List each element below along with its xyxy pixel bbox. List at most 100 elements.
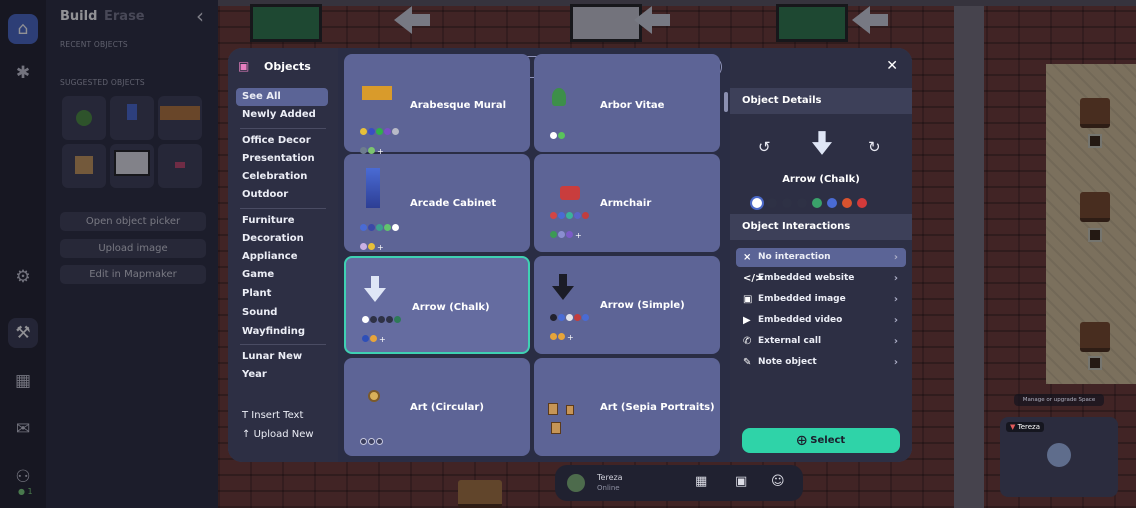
object-card-arrow-simple[interactable]: Arrow (Simple) +	[534, 256, 720, 354]
rotate-right-icon[interactable]: ↻	[868, 138, 881, 156]
object-card-arcade-cabinet[interactable]: Arcade Cabinet +	[344, 154, 530, 252]
interaction-external-call[interactable]: ✆ External call ›	[736, 332, 906, 351]
insert-text-label: Insert Text	[251, 410, 304, 421]
note-icon: ✎	[743, 357, 752, 368]
avatar[interactable]	[567, 474, 585, 492]
variant-swatches	[752, 193, 872, 212]
category-see-all[interactable]: See All	[236, 88, 328, 106]
interaction-label: Embedded website	[758, 273, 855, 283]
insert-text-button[interactable]: T Insert Text	[242, 410, 303, 421]
object-name: Arcade Cabinet	[410, 198, 497, 209]
variant-swatch[interactable]	[842, 198, 852, 208]
phone-icon: ✆	[743, 336, 752, 347]
category-celebration[interactable]: Celebration	[236, 168, 328, 186]
variant-swatch[interactable]	[857, 198, 867, 208]
color-swatch	[550, 333, 557, 340]
category-game[interactable]: Game	[236, 266, 328, 284]
category-lunar-new-year[interactable]: Lunar New Year	[236, 348, 328, 380]
more-colors-indicator: +	[575, 231, 582, 240]
color-swatch	[566, 314, 573, 321]
color-swatch	[360, 128, 367, 135]
object-card-arabesque-mural[interactable]: Arabesque Mural +	[344, 54, 530, 156]
color-swatches: +	[550, 306, 594, 344]
color-swatch	[384, 224, 391, 231]
variant-swatch[interactable]	[767, 198, 777, 208]
grid-scrollbar[interactable]	[724, 92, 728, 112]
close-icon[interactable]: ✕	[886, 58, 898, 74]
video-tile-name-text: Tereza	[1017, 423, 1041, 431]
object-thumbnail	[552, 88, 566, 106]
interaction-label: External call	[758, 336, 822, 346]
category-divider	[240, 344, 326, 345]
code-icon: </>	[743, 273, 764, 284]
user-name: Tereza	[597, 473, 623, 482]
interaction-no-interaction[interactable]: ⨯ No interaction ›	[736, 248, 906, 267]
select-button[interactable]: ⨁ Select	[742, 428, 900, 453]
object-grid: ⚲ × Arabesque Mural + Arbor Vitae Arcade…	[338, 48, 730, 462]
manage-space-label[interactable]: Manage or upgrade Space	[1014, 394, 1104, 406]
color-swatch	[550, 314, 557, 321]
object-thumbnail	[548, 400, 588, 434]
object-name: Arrow (Simple)	[600, 300, 685, 311]
color-swatch	[558, 212, 565, 219]
variant-swatch[interactable]	[797, 198, 807, 208]
no-interaction-icon: ⨯	[743, 252, 752, 263]
video-tile[interactable]: ▼ Tereza	[1000, 417, 1118, 497]
color-swatches	[360, 430, 404, 449]
category-sound[interactable]: Sound	[236, 304, 328, 322]
color-swatch	[362, 335, 369, 342]
arrow-down-icon	[364, 276, 386, 302]
object-card-arbor-vitae[interactable]: Arbor Vitae	[534, 54, 720, 152]
category-furniture[interactable]: Furniture	[236, 212, 328, 230]
variant-swatch[interactable]	[827, 198, 837, 208]
object-thumbnail	[362, 86, 392, 100]
screen-share-icon[interactable]: ▣	[735, 474, 747, 489]
variant-swatch[interactable]	[782, 198, 792, 208]
variant-swatch[interactable]	[752, 198, 762, 208]
color-swatch	[392, 224, 399, 231]
object-name: Arbor Vitae	[600, 100, 665, 111]
text-icon: T	[242, 410, 249, 421]
color-swatch	[558, 231, 565, 238]
category-decoration[interactable]: Decoration	[236, 230, 328, 248]
upload-new-button[interactable]: ↑ Upload New	[242, 429, 314, 440]
variant-swatch[interactable]	[812, 198, 822, 208]
color-swatch	[550, 212, 557, 219]
emoji-icon[interactable]: ☺	[771, 474, 785, 489]
select-button-label: Select	[810, 435, 846, 446]
object-card-art-circular[interactable]: Art (Circular)	[344, 358, 530, 456]
color-swatch	[386, 316, 393, 323]
category-outdoor[interactable]: Outdoor	[236, 186, 328, 204]
color-swatches: +	[362, 308, 406, 346]
category-wayfinding[interactable]: Wayfinding	[236, 323, 328, 341]
interaction-embedded-website[interactable]: </> Embedded website ›	[736, 269, 906, 288]
interaction-label: No interaction	[758, 252, 831, 262]
category-presentation[interactable]: Presentation	[236, 150, 328, 168]
color-swatch	[368, 438, 375, 445]
object-name: Arrow (Chalk)	[412, 302, 490, 313]
category-office-decor[interactable]: Office Decor	[236, 132, 328, 150]
more-colors-indicator: +	[379, 335, 386, 344]
interaction-embedded-video[interactable]: ▶ Embedded video ›	[736, 311, 906, 330]
color-swatch	[550, 231, 557, 238]
object-thumbnail	[368, 390, 380, 402]
color-swatches: +	[360, 216, 404, 254]
map-icon[interactable]: ▦	[695, 474, 707, 489]
object-card-art-sepia-portraits[interactable]: Art (Sepia Portraits)	[534, 358, 720, 456]
color-swatch	[370, 316, 377, 323]
object-preview-arrow-icon	[812, 130, 832, 160]
color-swatch	[376, 224, 383, 231]
object-card-arrow-chalk[interactable]: Arrow (Chalk) +	[344, 256, 530, 354]
interaction-embedded-image[interactable]: ▣ Embedded image ›	[736, 290, 906, 309]
category-appliance[interactable]: Appliance	[236, 248, 328, 266]
image-icon: ▣	[743, 294, 753, 305]
color-swatches: +	[360, 120, 404, 158]
interaction-note-object[interactable]: ✎ Note object ›	[736, 353, 906, 372]
object-card-armchair[interactable]: Armchair +	[534, 154, 720, 252]
color-swatch	[368, 224, 375, 231]
category-plant[interactable]: Plant	[236, 285, 328, 303]
category-newly-added[interactable]: Newly Added	[236, 106, 328, 124]
user-status: Online	[597, 484, 620, 492]
mic-muted-icon: ▼	[1010, 423, 1016, 431]
rotate-left-icon[interactable]: ↺	[758, 138, 771, 156]
